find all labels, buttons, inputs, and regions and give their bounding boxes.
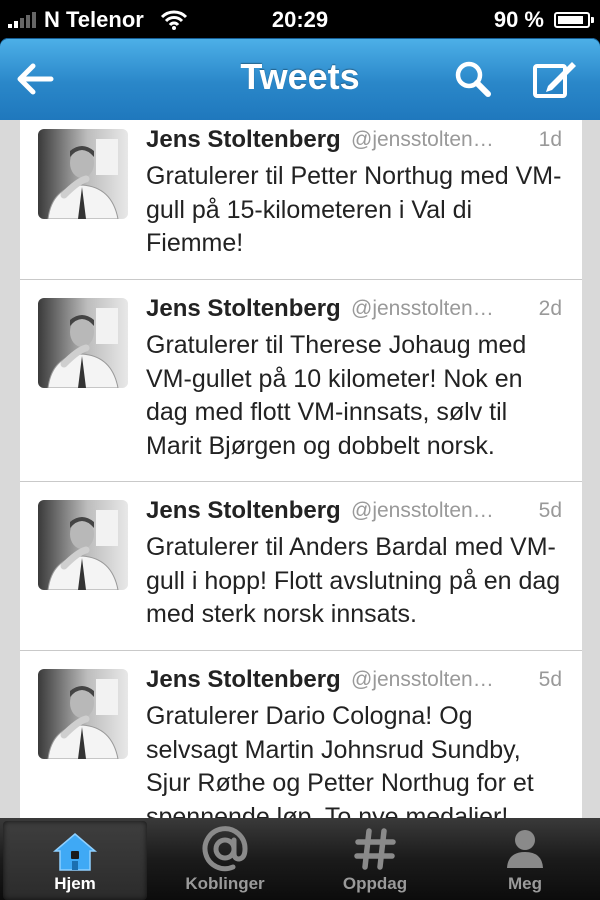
- battery-fill: [558, 16, 584, 24]
- avatar[interactable]: [38, 298, 128, 388]
- tweet-author-handle: @jensstolten…: [351, 128, 494, 151]
- search-button[interactable]: [446, 52, 500, 106]
- tweet-header: Jens Stoltenberg @jensstolten… 1d: [146, 120, 582, 160]
- tweet-item[interactable]: Jens Stoltenberg @jensstolten… 5d Gratul…: [20, 482, 582, 651]
- page-title: Tweets: [240, 56, 360, 97]
- tweet-text: Gratulerer Dario Cologna! Og selvsagt Ma…: [146, 702, 534, 818]
- compose-button[interactable]: [528, 52, 582, 106]
- person-icon: [504, 828, 546, 870]
- tweet-header: Jens Stoltenberg @jensstolten… 5d: [146, 482, 582, 531]
- avatar[interactable]: [38, 129, 128, 219]
- tweet-author-handle: @jensstolten…: [351, 297, 494, 320]
- at-icon: [202, 826, 248, 872]
- avatar[interactable]: [38, 500, 128, 590]
- tab-bar: Hjem Koblinger Oppdag Meg: [0, 818, 600, 900]
- tweet-author-name: Jens Stoltenberg: [146, 666, 341, 693]
- tweet-author-name: Jens Stoltenberg: [146, 126, 341, 153]
- home-icon: [52, 831, 98, 873]
- tweet-header: Jens Stoltenberg @jensstolten… 5d: [146, 651, 582, 700]
- tweet-header: Jens Stoltenberg @jensstolten… 2d: [146, 280, 582, 329]
- avatar[interactable]: [38, 669, 128, 759]
- tweet-item[interactable]: Jens Stoltenberg @jensstolten… 1d Gratul…: [20, 120, 582, 280]
- tweet-list: Jens Stoltenberg @jensstolten… 1d Gratul…: [20, 120, 582, 818]
- tweet-text: Gratulerer til Petter Northug med VM-gul…: [146, 162, 562, 257]
- tweet-item[interactable]: Jens Stoltenberg @jensstolten… 2d Gratul…: [20, 280, 582, 482]
- tweet-text: Gratulerer til Anders Bardal med VM-gull…: [146, 533, 561, 628]
- tab-label: Meg: [508, 874, 542, 893]
- tweet-item[interactable]: Jens Stoltenberg @jensstolten… 5d Gratul…: [20, 651, 582, 818]
- tweet-time: 1d: [538, 128, 562, 151]
- tab-connect[interactable]: Koblinger: [150, 818, 300, 900]
- tweet-time: 2d: [538, 297, 562, 320]
- compose-icon: [533, 62, 576, 98]
- tweet-time: 5d: [538, 499, 562, 522]
- battery-info: 90 %: [493, 7, 594, 33]
- tab-home[interactable]: Hjem: [3, 821, 147, 900]
- tab-label: Oppdag: [342, 874, 408, 893]
- nav-bar: Tweets: [0, 38, 600, 120]
- hashtag-icon: [354, 828, 396, 870]
- search-icon: [455, 61, 491, 97]
- timeline[interactable]: Jens Stoltenberg @jensstolten… 1d Gratul…: [0, 120, 600, 818]
- tweet-time: 5d: [538, 668, 562, 691]
- tab-label: Hjem: [54, 874, 96, 893]
- tweet-text: Gratulerer til Therese Johaug med VM-gul…: [146, 331, 527, 460]
- tab-discover[interactable]: Oppdag: [300, 818, 450, 900]
- tab-me[interactable]: Meg: [450, 818, 600, 900]
- battery-icon: [554, 12, 594, 28]
- status-bar: N Telenor 20:29 90 %: [0, 0, 600, 38]
- tweet-author-name: Jens Stoltenberg: [146, 295, 341, 322]
- tweet-author-handle: @jensstolten…: [351, 668, 494, 691]
- battery-percent: 90 %: [493, 7, 544, 32]
- tweet-author-handle: @jensstolten…: [351, 499, 494, 522]
- tweet-author-name: Jens Stoltenberg: [146, 497, 341, 524]
- tab-label: Koblinger: [185, 874, 265, 893]
